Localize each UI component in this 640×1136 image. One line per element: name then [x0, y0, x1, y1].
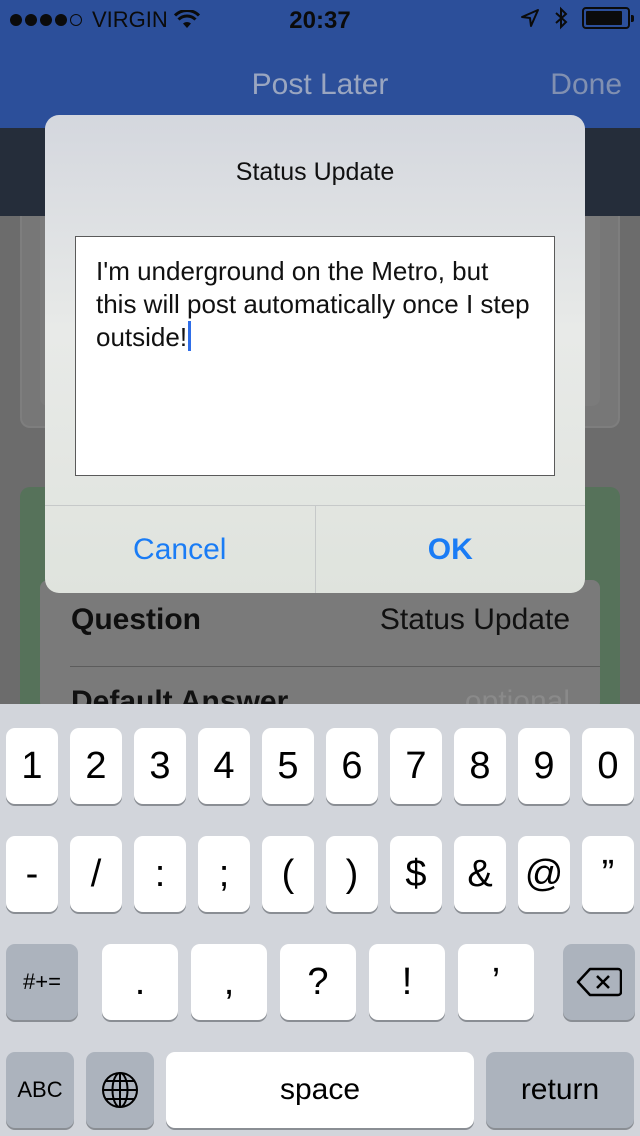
space-key[interactable]: space: [166, 1052, 474, 1128]
delete-key[interactable]: [563, 944, 635, 1020]
dialog-buttons: Cancel OK: [45, 505, 585, 593]
key[interactable]: ,: [191, 944, 267, 1020]
key[interactable]: 4: [198, 728, 250, 804]
done-button[interactable]: Done: [550, 68, 622, 102]
dialog-title: Status Update: [235, 158, 395, 186]
battery-icon: [582, 7, 634, 29]
key[interactable]: -: [6, 836, 58, 912]
keyboard: 1234567890 - /:;() $ & @” .,?!’ #+= ABC spac…: [0, 704, 640, 1136]
question-label: Question: [71, 603, 202, 636]
key[interactable]: 7: [390, 728, 442, 804]
key[interactable]: 2: [70, 728, 122, 804]
return-key[interactable]: return: [486, 1052, 634, 1128]
key[interactable]: 5: [262, 728, 314, 804]
text-cursor: [188, 321, 192, 351]
key[interactable]: !: [369, 944, 445, 1020]
row-divider: [70, 666, 600, 667]
key[interactable]: ’: [458, 944, 534, 1020]
status-text-input[interactable]: I'm underground on the Metro, but this w…: [75, 236, 555, 476]
key[interactable]: ): [326, 836, 378, 912]
page-title: Post Later: [251, 68, 389, 101]
key[interactable]: .: [102, 944, 178, 1020]
question-value[interactable]: Status Update: [380, 603, 570, 637]
key[interactable]: 3: [134, 728, 186, 804]
status-text: I'm underground on the Metro, but this w…: [96, 256, 530, 352]
globe-icon: [102, 1072, 138, 1108]
key[interactable]: $: [390, 836, 442, 912]
abc-key[interactable]: ABC: [6, 1052, 74, 1128]
bluetooth-icon: [555, 6, 568, 30]
location-arrow-icon: [521, 9, 539, 27]
key[interactable]: @: [518, 836, 570, 912]
cancel-button[interactable]: Cancel: [45, 506, 316, 593]
key[interactable]: 0: [582, 728, 634, 804]
symbols-key[interactable]: #+=: [6, 944, 78, 1020]
navigation-bar: VIRGIN 20:37 Post Later Done: [0, 0, 640, 128]
ok-button[interactable]: OK: [316, 506, 586, 593]
key[interactable]: 9: [518, 728, 570, 804]
key[interactable]: ;: [198, 836, 250, 912]
globe-key[interactable]: [86, 1052, 154, 1128]
status-update-dialog: Status Update I'm underground on the Met…: [45, 115, 585, 593]
key[interactable]: 8: [454, 728, 506, 804]
key[interactable]: :: [134, 836, 186, 912]
status-icons: [520, 6, 634, 30]
key[interactable]: &: [454, 836, 506, 912]
key[interactable]: 1: [6, 728, 58, 804]
key[interactable]: /: [70, 836, 122, 912]
key[interactable]: ?: [280, 944, 356, 1020]
status-bar: VIRGIN 20:37: [0, 0, 640, 40]
key[interactable]: 6: [326, 728, 378, 804]
backspace-icon: [576, 967, 622, 997]
key[interactable]: ”: [582, 836, 634, 912]
key[interactable]: (: [262, 836, 314, 912]
